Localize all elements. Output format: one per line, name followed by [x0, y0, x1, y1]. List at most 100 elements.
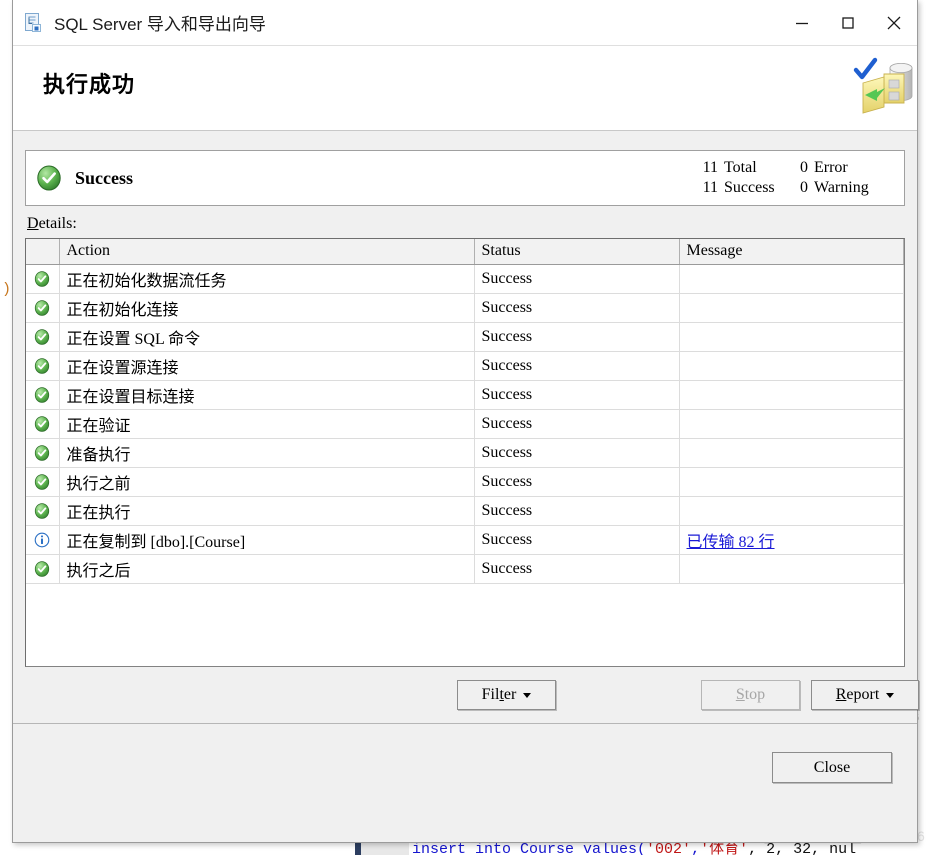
success-check-icon: [26, 293, 60, 323]
row-message[interactable]: 已传输 82 行: [679, 525, 904, 555]
success-count: 11: [702, 179, 718, 196]
close-dialog-button[interactable]: Close: [772, 752, 892, 783]
details-label-rest: etails:: [38, 215, 77, 232]
dialog-footer: Close: [13, 723, 917, 842]
table-row[interactable]: 正在设置目标连接 Success: [26, 380, 904, 410]
table-row[interactable]: 执行之后 Success: [26, 554, 904, 584]
row-status: Success: [474, 438, 680, 468]
details-grid: Action Status Message 正在初始化数据流任务 Success 正…: [26, 239, 904, 584]
report-button[interactable]: Report: [811, 680, 919, 710]
row-message: [679, 467, 904, 497]
stop-button[interactable]: Stop: [701, 680, 800, 710]
report-mnemonic: R: [835, 686, 847, 703]
background-left-glyph: ): [2, 281, 12, 298]
details-label: Details:: [27, 215, 905, 233]
row-action: 正在执行: [59, 496, 475, 526]
column-header-message[interactable]: Message: [679, 239, 904, 265]
row-message: [679, 554, 904, 584]
row-status: Success: [474, 380, 680, 410]
page-header: 执行成功: [13, 46, 917, 131]
success-check-icon: [26, 438, 60, 468]
dialog-body: Success 11 Total 0 Error 11 Success 0 Wa…: [13, 131, 919, 723]
title-bar: SQL Server 导入和导出向导: [13, 0, 917, 46]
table-row[interactable]: 执行之前 Success: [26, 467, 904, 497]
success-check-icon: [26, 409, 60, 439]
row-action: 正在初始化连接: [59, 293, 475, 323]
success-check-icon: [26, 496, 60, 526]
table-row[interactable]: 正在执行 Success: [26, 496, 904, 526]
info-icon: [26, 525, 60, 555]
success-check-icon: [26, 351, 60, 381]
success-check-icon: [36, 165, 62, 191]
row-action: 正在设置 SQL 命令: [59, 322, 475, 352]
grid-body: 正在初始化数据流任务 Success 正在初始化连接 Success 正在设置 SQL …: [26, 264, 904, 584]
row-status: Success: [474, 525, 680, 555]
row-message: [679, 293, 904, 323]
row-message: [679, 264, 904, 294]
stop-label-post: top: [744, 686, 766, 703]
success-check-icon: [26, 467, 60, 497]
table-row[interactable]: 准备执行 Success: [26, 438, 904, 468]
row-status: Success: [474, 496, 680, 526]
column-header-action[interactable]: Action: [59, 239, 475, 265]
sql-string-literal: '002': [646, 841, 692, 855]
row-message: [679, 496, 904, 526]
row-status: Success: [474, 409, 680, 439]
table-row[interactable]: 正在设置源连接 Success: [26, 351, 904, 381]
row-action: 执行之后: [59, 554, 475, 584]
total-label: Total: [724, 159, 757, 176]
filter-label-pre: Fil: [481, 686, 500, 703]
row-message: [679, 380, 904, 410]
warning-label: Warning: [814, 179, 869, 196]
grid-header-row: Action Status Message: [26, 239, 904, 265]
import-export-success-icon: [851, 51, 917, 117]
table-row[interactable]: 正在复制到 [dbo].[Course] Success 已传输 82 行: [26, 525, 904, 555]
sql-keyword-text: insert into Course values(: [412, 841, 647, 855]
row-message: [679, 351, 904, 381]
filter-button[interactable]: Fil t er: [457, 680, 556, 710]
row-action: 准备执行: [59, 438, 475, 468]
warning-count: 0: [800, 179, 808, 196]
row-status: Success: [474, 351, 680, 381]
table-row[interactable]: 正在初始化数据流任务 Success: [26, 264, 904, 294]
total-count: 11: [702, 159, 718, 176]
filter-label-post: er: [503, 686, 517, 703]
page-title: 执行成功: [43, 72, 136, 97]
success-check-icon: [26, 322, 60, 352]
details-grid-container[interactable]: Action Status Message 正在初始化数据流任务 Success 正…: [25, 238, 905, 667]
maximize-button[interactable]: [825, 0, 871, 45]
row-status: Success: [474, 264, 680, 294]
row-status: Success: [474, 322, 680, 352]
rows-transferred-link[interactable]: 已传输 82 行: [687, 534, 775, 551]
report-label-post: eport: [846, 686, 880, 703]
grid-header: Action Status Message: [26, 239, 904, 265]
row-action: 正在初始化数据流任务: [59, 264, 475, 294]
summary-status-label: Success: [75, 167, 133, 188]
column-header-icon[interactable]: [26, 239, 60, 265]
column-header-status[interactable]: Status: [474, 239, 680, 265]
row-status: Success: [474, 554, 680, 584]
wizard-document-icon: [23, 12, 45, 34]
counters-group: 11 Total 0 Error 11 Success 0 Warning: [698, 159, 892, 197]
chevron-down-icon: [523, 692, 532, 698]
details-mnemonic: D: [27, 215, 39, 232]
success-check-icon: [26, 380, 60, 410]
row-action: 执行之前: [59, 467, 475, 497]
row-action: 正在验证: [59, 409, 475, 439]
table-row[interactable]: 正在初始化连接 Success: [26, 293, 904, 323]
status-summary-panel: Success 11 Total 0 Error 11 Success 0 Wa…: [25, 150, 905, 206]
row-status: Success: [474, 467, 680, 497]
row-action: 正在设置目标连接: [59, 380, 475, 410]
close-button[interactable]: [871, 0, 917, 45]
success-check-icon: [26, 264, 60, 294]
table-row[interactable]: 正在设置 SQL 命令 Success: [26, 322, 904, 352]
minimize-button[interactable]: [779, 0, 825, 45]
row-status: Success: [474, 293, 680, 323]
success-label: Success: [724, 179, 775, 196]
row-message: [679, 438, 904, 468]
success-check-icon: [26, 554, 60, 584]
window-controls: [779, 0, 917, 45]
stop-mnemonic: S: [735, 686, 745, 703]
table-row[interactable]: 正在验证 Success: [26, 409, 904, 439]
row-message: [679, 409, 904, 439]
